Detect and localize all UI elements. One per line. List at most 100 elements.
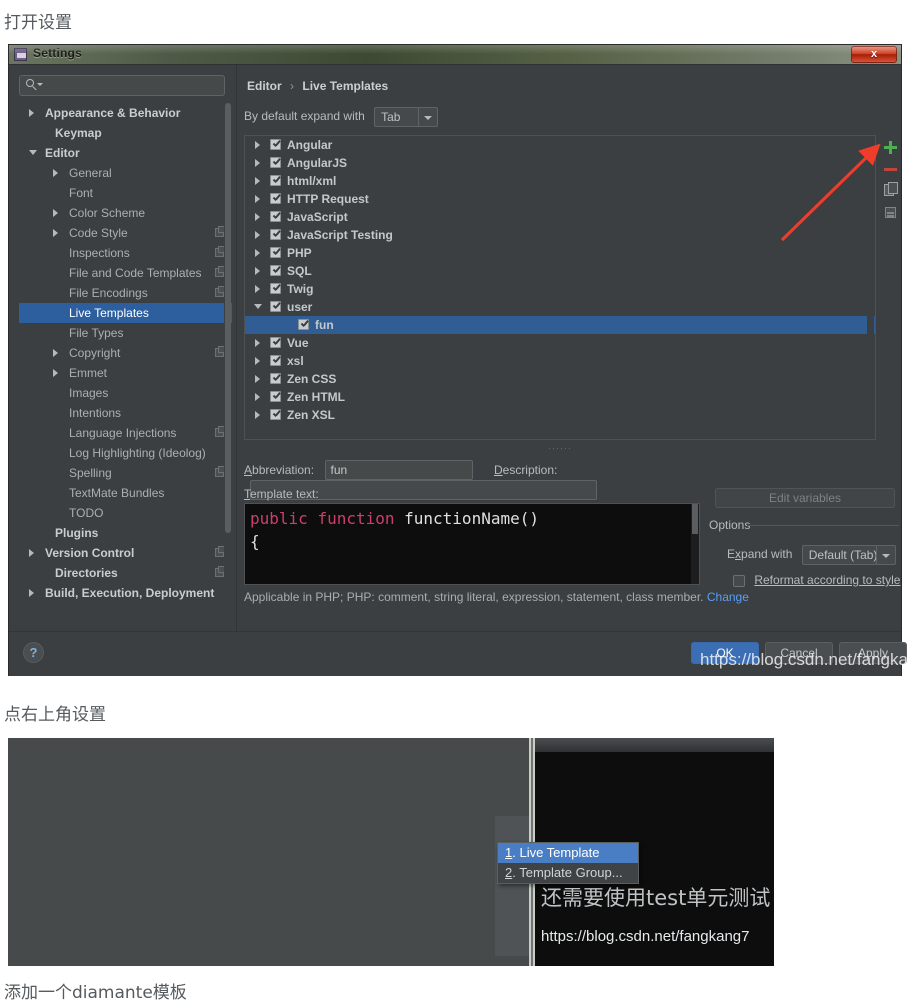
remove-template-button[interactable] bbox=[880, 157, 901, 179]
sidebar-item-plugins[interactable]: Plugins bbox=[19, 523, 232, 543]
template-checkbox[interactable] bbox=[270, 211, 281, 222]
template-row[interactable]: PHP bbox=[245, 244, 875, 262]
template-row[interactable]: user bbox=[245, 298, 875, 316]
chevron-down-icon[interactable] bbox=[254, 304, 262, 309]
template-checkbox[interactable] bbox=[270, 355, 281, 366]
chevron-right-icon[interactable] bbox=[255, 393, 260, 401]
sidebar-item-language-injections[interactable]: Language Injections bbox=[19, 423, 232, 443]
template-row[interactable]: Zen HTML bbox=[245, 388, 875, 406]
sidebar-item-version-control[interactable]: Version Control bbox=[19, 543, 232, 563]
sidebar-item-emmet[interactable]: Emmet bbox=[19, 363, 232, 383]
template-checkbox[interactable] bbox=[270, 409, 281, 420]
template-checkbox[interactable] bbox=[270, 193, 281, 204]
template-checkbox[interactable] bbox=[270, 229, 281, 240]
sidebar-item-color-scheme[interactable]: Color Scheme bbox=[19, 203, 232, 223]
sidebar-item-general[interactable]: General bbox=[19, 163, 232, 183]
chevron-right-icon[interactable] bbox=[255, 339, 260, 347]
template-row[interactable]: Zen CSS bbox=[245, 370, 875, 388]
edit-variables-button[interactable]: Edit variables bbox=[715, 488, 895, 508]
sidebar-item-inspections[interactable]: Inspections bbox=[19, 243, 232, 263]
sidebar-item-code-style[interactable]: Code Style bbox=[19, 223, 232, 243]
chevron-right-icon[interactable] bbox=[255, 195, 260, 203]
pane-splitter[interactable]: ······ bbox=[244, 443, 876, 453]
sidebar-item-textmate-bundles[interactable]: TextMate Bundles bbox=[19, 483, 232, 503]
abbreviation-input[interactable]: fun bbox=[324, 460, 473, 480]
sidebar-scrollbar[interactable] bbox=[224, 103, 231, 645]
menu-item[interactable]: 1. Live Template bbox=[498, 843, 638, 863]
templates-scrollbar[interactable] bbox=[867, 137, 874, 439]
menu-item[interactable]: 2. Template Group... bbox=[498, 863, 638, 883]
apply-button[interactable]: Apply bbox=[839, 642, 907, 664]
template-checkbox[interactable] bbox=[298, 319, 309, 330]
template-checkbox[interactable] bbox=[270, 139, 281, 150]
chevron-down-icon[interactable] bbox=[875, 546, 895, 564]
template-checkbox[interactable] bbox=[270, 283, 281, 294]
template-checkbox[interactable] bbox=[270, 175, 281, 186]
template-row[interactable]: html/xml bbox=[245, 172, 875, 190]
expand-with-select[interactable]: Default (Tab) bbox=[801, 545, 896, 565]
sidebar-item-build-execution-deployment[interactable]: Build, Execution, Deployment bbox=[19, 583, 232, 603]
sidebar-item-appearance-behavior[interactable]: Appearance & Behavior bbox=[19, 103, 232, 123]
settings-sidebar[interactable]: Appearance & Behavior Keymap Editor General… bbox=[19, 103, 232, 645]
chevron-right-icon[interactable] bbox=[255, 285, 260, 293]
template-row[interactable]: AngularJS bbox=[245, 154, 875, 172]
chevron-right-icon[interactable] bbox=[255, 213, 260, 221]
sidebar-item-live-templates[interactable]: Live Templates bbox=[19, 303, 232, 323]
chevron-right-icon[interactable] bbox=[29, 549, 34, 557]
template-checkbox[interactable] bbox=[270, 157, 281, 168]
template-row[interactable]: JavaScript Testing bbox=[245, 226, 875, 244]
sidebar-item-copyright[interactable]: Copyright bbox=[19, 343, 232, 363]
template-row[interactable]: Angular bbox=[245, 136, 875, 154]
template-row[interactable]: JavaScript bbox=[245, 208, 875, 226]
chevron-right-icon[interactable] bbox=[53, 209, 58, 217]
template-checkbox[interactable] bbox=[270, 373, 281, 384]
template-checkbox[interactable] bbox=[270, 337, 281, 348]
breadcrumb-root[interactable]: Editor bbox=[247, 79, 282, 93]
chevron-right-icon[interactable] bbox=[53, 349, 58, 357]
chevron-right-icon[interactable] bbox=[255, 141, 260, 149]
chevron-right-icon[interactable] bbox=[255, 231, 260, 239]
sidebar-item-file-types[interactable]: File Types bbox=[19, 323, 232, 343]
default-expand-select[interactable]: Tab bbox=[374, 107, 439, 127]
add-template-button[interactable] bbox=[880, 135, 901, 157]
change-context-link[interactable]: Change bbox=[707, 590, 749, 604]
chevron-right-icon[interactable] bbox=[255, 375, 260, 383]
chevron-right-icon[interactable] bbox=[255, 249, 260, 257]
reformat-row[interactable]: Reformat according to style bbox=[733, 573, 900, 587]
chevron-right-icon[interactable] bbox=[29, 109, 34, 117]
template-row[interactable]: HTTP Request bbox=[245, 190, 875, 208]
sidebar-item-directories[interactable]: Directories bbox=[19, 563, 232, 583]
sidebar-item-log-highlighting-ideolog[interactable]: Log Highlighting (Ideolog) bbox=[19, 443, 232, 463]
template-checkbox[interactable] bbox=[270, 265, 281, 276]
sidebar-item-spelling[interactable]: Spelling bbox=[19, 463, 232, 483]
duplicate-template-button[interactable] bbox=[880, 179, 901, 201]
chevron-right-icon[interactable] bbox=[255, 267, 260, 275]
template-checkbox[interactable] bbox=[270, 391, 281, 402]
template-checkbox[interactable] bbox=[270, 247, 281, 258]
chevron-right-icon[interactable] bbox=[29, 589, 34, 597]
template-row[interactable]: xsl bbox=[245, 352, 875, 370]
chevron-right-icon[interactable] bbox=[255, 357, 260, 365]
close-button[interactable]: x bbox=[851, 46, 897, 63]
sidebar-item-font[interactable]: Font bbox=[19, 183, 232, 203]
template-text-editor[interactable]: public function functionName() { bbox=[244, 503, 700, 585]
sidebar-item-editor[interactable]: Editor bbox=[19, 143, 232, 163]
sidebar-item-intentions[interactable]: Intentions bbox=[19, 403, 232, 423]
template-row[interactable]: Vue bbox=[245, 334, 875, 352]
help-button[interactable]: ? bbox=[23, 642, 44, 663]
sidebar-item-todo[interactable]: TODO bbox=[19, 503, 232, 523]
sidebar-item-file-encodings[interactable]: File Encodings bbox=[19, 283, 232, 303]
template-row[interactable]: fun bbox=[245, 316, 875, 334]
add-template-menu[interactable]: 1. Live Template 2. Template Group... bbox=[497, 842, 639, 884]
cancel-button[interactable]: Cancel bbox=[765, 642, 833, 664]
sidebar-item-file-and-code-templates[interactable]: File and Code Templates bbox=[19, 263, 232, 283]
chevron-right-icon[interactable] bbox=[53, 369, 58, 377]
chevron-right-icon[interactable] bbox=[255, 177, 260, 185]
sidebar-item-images[interactable]: Images bbox=[19, 383, 232, 403]
chevron-right-icon[interactable] bbox=[53, 229, 58, 237]
template-row[interactable]: Twig bbox=[245, 280, 875, 298]
chevron-right-icon[interactable] bbox=[53, 169, 58, 177]
chevron-down-icon[interactable] bbox=[418, 108, 437, 126]
template-checkbox[interactable] bbox=[270, 301, 281, 312]
chevron-right-icon[interactable] bbox=[255, 159, 260, 167]
